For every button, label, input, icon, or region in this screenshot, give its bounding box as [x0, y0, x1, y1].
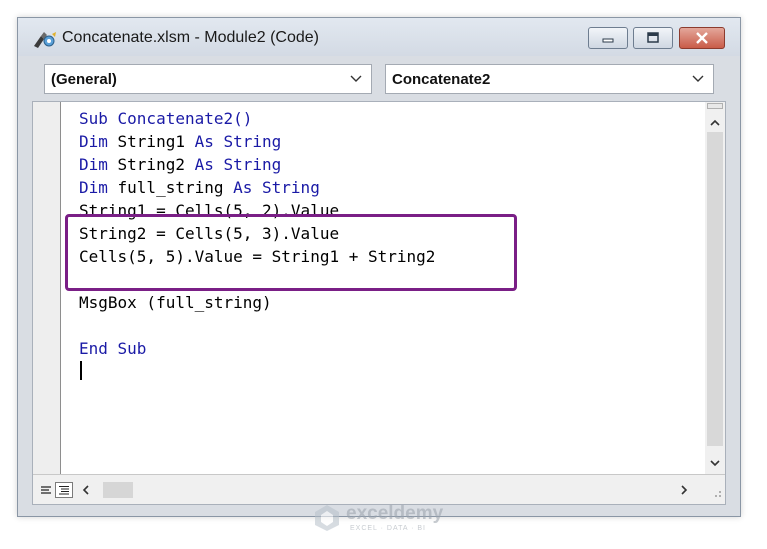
code-line[interactable]: Sub Concatenate2(): [79, 107, 435, 130]
code-token: MsgBox (full_string): [79, 293, 272, 312]
watermark-tagline: EXCEL · DATA · BI: [350, 525, 426, 532]
vba-module-icon: [34, 32, 56, 48]
code-line[interactable]: Dim String2 As String: [79, 153, 435, 176]
exceldemy-logo-icon: [315, 505, 339, 531]
minimize-button[interactable]: [588, 27, 628, 49]
size-grip[interactable]: [705, 479, 725, 501]
full-module-view-icon: [59, 485, 69, 495]
code-token: String1: [117, 132, 195, 151]
code-token: full_string: [117, 178, 234, 197]
exceldemy-watermark: exceldemy EXCEL · DATA · BI: [310, 499, 460, 539]
object-dropdown[interactable]: (General): [44, 64, 372, 94]
procedure-view-button[interactable]: [37, 482, 55, 498]
margin-indicator-bar[interactable]: [33, 102, 61, 474]
close-icon: [696, 32, 708, 44]
text-cursor: [80, 361, 82, 380]
procedure-dropdown[interactable]: Concatenate2: [385, 64, 714, 94]
code-editor[interactable]: Sub Concatenate2() Dim String1 As String D…: [32, 101, 726, 505]
code-line[interactable]: Dim full_string As String: [79, 176, 435, 199]
code-line[interactable]: [79, 314, 435, 337]
code-keyword: Dim: [79, 132, 118, 151]
code-keyword: Sub: [79, 109, 118, 128]
maximize-icon: [647, 32, 659, 43]
scroll-up-button[interactable]: [707, 114, 723, 132]
chevron-down-icon: [350, 75, 362, 82]
procedure-view-icon: [41, 486, 51, 494]
vertical-scroll-thumb[interactable]: [707, 132, 723, 446]
code-keyword: End Sub: [79, 339, 147, 358]
vertical-scrollbar[interactable]: [705, 102, 725, 474]
code-line[interactable]: Dim String1 As String: [79, 130, 435, 153]
horizontal-scroll-thumb[interactable]: [103, 482, 133, 498]
code-line[interactable]: End Sub: [79, 337, 435, 360]
code-line[interactable]: MsgBox (full_string): [79, 291, 435, 314]
code-token: String2: [117, 155, 195, 174]
highlight-box: [65, 214, 517, 291]
title-bar[interactable]: Concatenate.xlsm - Module2 (Code): [18, 18, 740, 56]
close-button[interactable]: [679, 27, 725, 49]
chevron-left-icon: [82, 485, 89, 495]
code-keyword: Dim: [79, 155, 118, 174]
chevron-up-icon: [710, 119, 720, 126]
watermark-name: exceldemy: [346, 503, 444, 524]
scroll-right-button[interactable]: [677, 481, 691, 499]
full-module-view-button[interactable]: [55, 482, 73, 498]
code-keyword: As String: [233, 178, 320, 197]
code-window-toolbar: (General) Concatenate2: [18, 62, 740, 94]
code-keyword: Concatenate2(): [117, 109, 253, 128]
chevron-down-icon: [710, 460, 720, 467]
code-keyword: Dim: [79, 178, 118, 197]
split-bar[interactable]: [707, 103, 723, 109]
grip-icon: [715, 491, 721, 497]
chevron-right-icon: [681, 485, 688, 495]
object-dropdown-value: (General): [51, 71, 117, 88]
code-keyword: As String: [194, 155, 282, 174]
chevron-down-icon: [692, 75, 704, 82]
code-keyword: As String: [194, 132, 282, 151]
scroll-down-button[interactable]: [707, 454, 723, 472]
vba-code-window: Concatenate.xlsm - Module2 (Code) (Gener…: [17, 17, 741, 517]
window-title: Concatenate.xlsm - Module2 (Code): [62, 29, 320, 46]
minimize-icon: [602, 38, 614, 43]
maximize-button[interactable]: [633, 27, 673, 49]
procedure-dropdown-value: Concatenate2: [392, 71, 491, 88]
scroll-left-button[interactable]: [79, 481, 93, 499]
